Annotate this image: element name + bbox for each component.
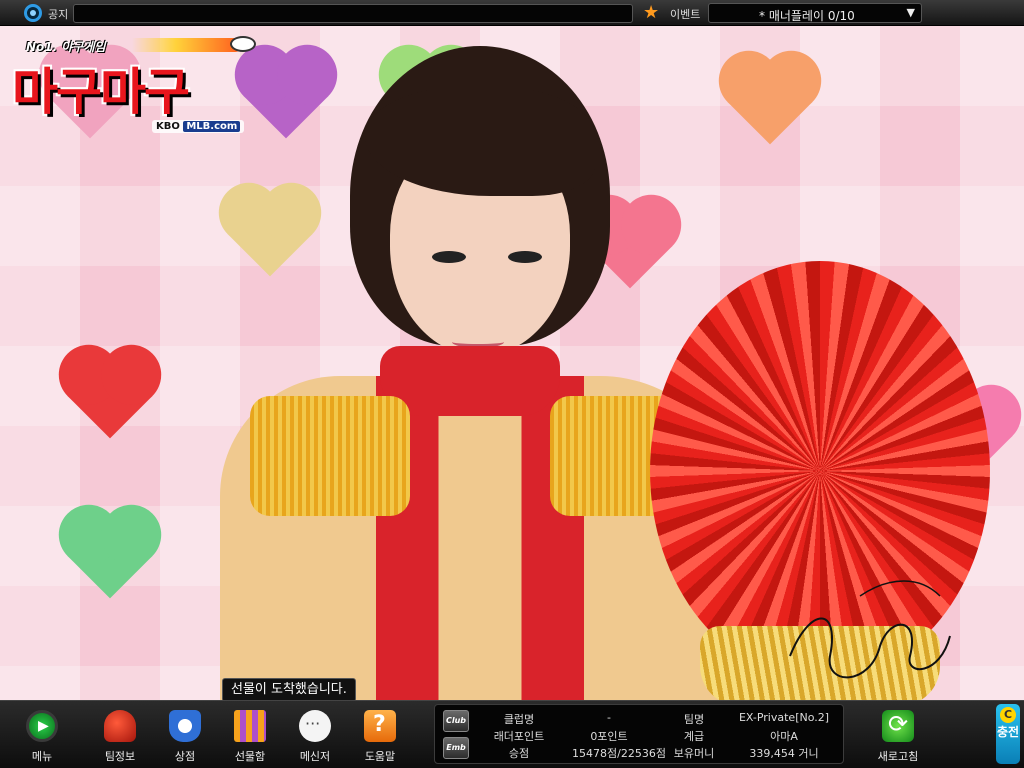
club-name-label: 클럽명 bbox=[503, 713, 535, 726]
event-label: 이벤트 bbox=[670, 8, 701, 21]
helmet-icon bbox=[104, 710, 136, 742]
notice-icon bbox=[24, 4, 42, 22]
messenger-button[interactable]: 메신저 bbox=[285, 706, 345, 764]
club-name-value: - bbox=[607, 711, 611, 724]
money-value: 339,454 거니 bbox=[749, 747, 819, 760]
gift-icon bbox=[234, 710, 266, 742]
messenger-button-label: 메신저 bbox=[299, 750, 331, 763]
gift-box-button-label: 선물함 bbox=[234, 750, 266, 763]
basket-icon bbox=[169, 710, 201, 742]
team-name-label: 팀명 bbox=[683, 713, 705, 726]
team-name-value: EX-Private[No.2] bbox=[738, 711, 830, 724]
ladder-points-label: 래더포인트 bbox=[493, 730, 545, 743]
gift-arrival-tooltip: 선물이 도착했습니다. bbox=[222, 678, 356, 702]
cheerleader-figure bbox=[190, 46, 750, 700]
autograph-signature bbox=[789, 580, 951, 679]
heart-decoration bbox=[67, 513, 153, 599]
play-circle-icon bbox=[26, 710, 58, 742]
event-dropdown-value: * 매너플레이 0/10 bbox=[759, 9, 855, 23]
question-icon bbox=[364, 710, 396, 742]
money-label: 보유머니 bbox=[673, 747, 715, 760]
notice-label: 공지 bbox=[48, 8, 69, 21]
chat-bubble-icon bbox=[299, 710, 331, 742]
charge-button-label: 충전 bbox=[996, 725, 1020, 739]
team-info-button-label: 팀정보 bbox=[104, 750, 136, 763]
rank-value: 아마A bbox=[770, 730, 798, 743]
league-badges: KBO MLB.com bbox=[152, 120, 245, 133]
game-logo: No1. 야구게임 마구마구 KBO MLB.com bbox=[12, 36, 262, 146]
kbo-label: KBO bbox=[156, 121, 180, 132]
refresh-icon bbox=[882, 710, 914, 742]
win-points-label: 승점 bbox=[508, 747, 530, 760]
team-info-button[interactable]: 팀정보 bbox=[90, 706, 150, 764]
emblem-badge[interactable]: Emb bbox=[443, 737, 469, 759]
refresh-button-label: 새로고침 bbox=[877, 750, 919, 763]
mlb-label: MLB.com bbox=[183, 121, 241, 132]
top-bar: 공지 ★ 이벤트 * 매너플레이 0/10 ▼ bbox=[0, 0, 1024, 26]
star-event-icon: ★ bbox=[643, 2, 660, 23]
shop-button-label: 상점 bbox=[174, 750, 196, 763]
refresh-button[interactable]: 새로고침 bbox=[868, 706, 928, 764]
gift-box-button[interactable]: 선물함 bbox=[220, 706, 280, 764]
chevron-down-icon[interactable]: ▼ bbox=[907, 6, 915, 19]
club-badge[interactable]: Club bbox=[443, 710, 469, 732]
rank-label: 계급 bbox=[683, 730, 705, 743]
logo-title: 마구마구 bbox=[12, 63, 190, 121]
help-button-label: 도움말 bbox=[364, 750, 396, 763]
baseball-icon bbox=[230, 36, 256, 52]
event-dropdown[interactable]: * 매너플레이 0/10 ▼ bbox=[708, 3, 922, 23]
menu-button-label: 메뉴 bbox=[31, 750, 53, 763]
shop-button[interactable]: 상점 bbox=[155, 706, 215, 764]
player-info-panel: Club Emb 클럽명 - 래더포인트 0포인트 승점 15478점/2253… bbox=[434, 704, 844, 764]
heart-decoration bbox=[67, 353, 153, 439]
ladder-points-value: 0포인트 bbox=[590, 730, 628, 743]
coin-icon: C bbox=[1000, 707, 1016, 723]
menu-button[interactable]: 메뉴 bbox=[12, 706, 72, 764]
charge-button[interactable]: C 충전 bbox=[996, 704, 1020, 764]
notice-ticker bbox=[73, 4, 633, 23]
help-button[interactable]: 도움말 bbox=[350, 706, 410, 764]
